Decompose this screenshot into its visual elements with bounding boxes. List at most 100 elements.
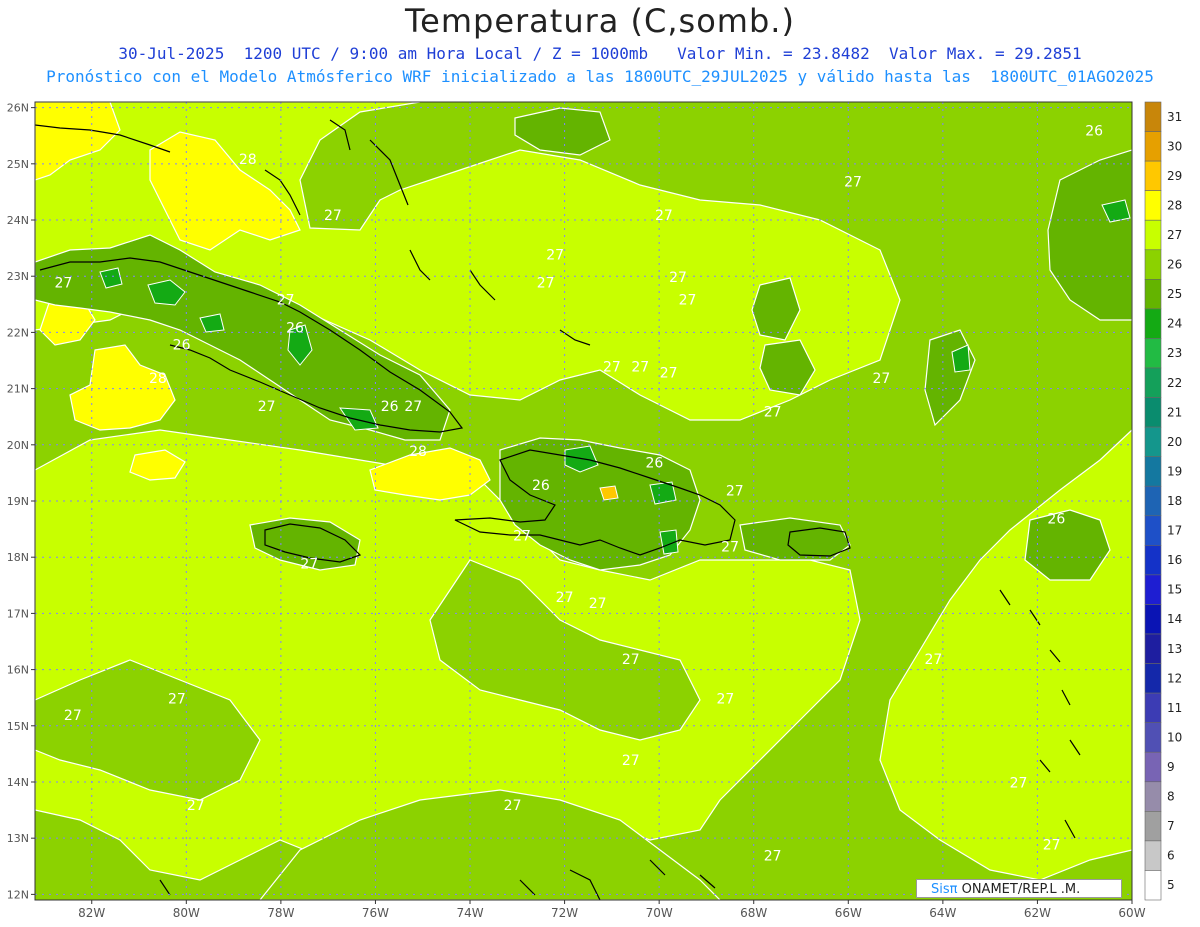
contour-label: 27	[1043, 837, 1061, 853]
legend-label: 30	[1167, 139, 1182, 153]
lat-tick-label: 13N	[7, 832, 29, 845]
legend-swatch	[1144, 485, 1162, 517]
lon-tick-label: 74W	[456, 906, 483, 920]
contour-label: 27	[537, 275, 555, 291]
contour-label: 27	[622, 753, 640, 769]
legend-swatch	[1144, 308, 1162, 339]
lat-tick-label: 17N	[7, 607, 29, 620]
legend-label: 12	[1167, 671, 1182, 685]
field-26-puerto-rico	[739, 517, 851, 561]
legend-label: 24	[1167, 317, 1182, 331]
lon-tick-label: 64W	[929, 906, 956, 920]
contour-label: 27	[622, 652, 640, 668]
legend-label: 27	[1167, 228, 1182, 242]
contour-label: 26	[381, 399, 399, 415]
contour-label: 27	[1010, 776, 1028, 792]
contour-label: 27	[504, 798, 522, 814]
contour-label: 26	[286, 320, 304, 336]
lat-tick-label: 25N	[7, 158, 29, 171]
legend-swatch	[1144, 545, 1162, 576]
legend-label: 9	[1167, 760, 1175, 774]
lon-tick-label: 72W	[551, 906, 578, 920]
lon-tick-label: 82W	[78, 906, 105, 920]
lat-tick-label: 26N	[7, 102, 29, 115]
contour-label: 28	[239, 152, 257, 168]
contour-label: 27	[513, 528, 531, 544]
legend-swatch	[1144, 692, 1162, 723]
legend-swatch	[1144, 811, 1162, 842]
legend-label: 28	[1167, 198, 1182, 212]
contour-label: 27	[54, 275, 72, 291]
legend-swatch	[1144, 633, 1162, 664]
legend-swatch	[1144, 781, 1162, 812]
legend-label: 10	[1167, 730, 1182, 744]
temperature-map: 27 27 26 26 28 27 26 27 28 28 27 27 27 27 27 27 27 27 26 26…	[7, 101, 1182, 920]
sispi-logo-text: Sisπ	[931, 882, 958, 897]
legend-label: 25	[1167, 287, 1182, 301]
legend-label: 16	[1167, 553, 1182, 567]
contour-label: 27	[556, 590, 574, 606]
legend-swatch	[1144, 515, 1162, 546]
legend-swatch	[1144, 279, 1162, 310]
lat-tick-label: 16N	[7, 664, 29, 677]
contour-label: 27	[589, 596, 607, 612]
legend-swatch	[1144, 426, 1162, 457]
contour-label: 28	[409, 444, 427, 460]
contour-label: 27	[655, 208, 673, 224]
lat-tick-label: 19N	[7, 495, 29, 508]
legend-swatch	[1144, 131, 1162, 162]
lat-tick-label: 15N	[7, 720, 29, 733]
legend-swatch	[1144, 722, 1162, 753]
legend-swatch	[1144, 751, 1162, 783]
contour-label: 27	[872, 371, 890, 387]
contour-label: 26	[1085, 124, 1103, 140]
legend-label: 29	[1167, 169, 1182, 183]
lon-tick-label: 76W	[362, 906, 389, 920]
legend-label: 15	[1167, 583, 1182, 597]
legend-label: 23	[1167, 346, 1182, 360]
lon-tick-label: 68W	[740, 906, 767, 920]
contour-label: 27	[64, 708, 82, 724]
lat-tick-label: 12N	[7, 888, 29, 901]
color-legend: 31 30 29 28 27 26 25 24 23 22 21 20 19 18 17 16 15 14 13 12…	[1144, 101, 1182, 901]
credit-text: ONAMET/REP.L .M.	[957, 882, 1081, 897]
contour-label: 27	[844, 174, 862, 190]
contour-label: 27	[258, 399, 276, 415]
lat-tick-label: 24N	[7, 214, 29, 227]
legend-swatch	[1144, 574, 1162, 605]
lat-tick-label: 22N	[7, 326, 29, 339]
contour-label: 27	[324, 208, 342, 224]
legend-label: 17	[1167, 524, 1182, 538]
contour-label: 27	[716, 691, 734, 707]
lon-tick-label: 66W	[835, 906, 862, 920]
contour-label: 28	[149, 371, 167, 387]
legend-label: 7	[1167, 819, 1175, 833]
legend-swatch	[1144, 190, 1162, 221]
lon-tick-label: 62W	[1024, 906, 1051, 920]
lat-tick-label: 20N	[7, 439, 29, 452]
lat-tick-label: 18N	[7, 551, 29, 564]
contour-label: 27	[679, 292, 697, 308]
legend-swatch	[1144, 456, 1162, 487]
legend-label: 6	[1167, 849, 1175, 863]
legend-label: 13	[1167, 642, 1182, 656]
contour-label: 27	[546, 247, 564, 263]
lon-tick-label: 80W	[173, 906, 200, 920]
legend-swatch	[1144, 160, 1162, 191]
legend-label: 14	[1167, 612, 1182, 626]
legend-label: 26	[1167, 258, 1182, 272]
lon-tick-label: 70W	[646, 906, 673, 920]
contour-label: 27	[924, 652, 942, 668]
legend-swatch	[1144, 367, 1162, 398]
contour-label: 27	[187, 798, 205, 814]
contour-label: 27	[300, 556, 318, 572]
legend-label: 8	[1167, 790, 1175, 804]
legend-label: 20	[1167, 435, 1182, 449]
lon-tick-label: 78W	[267, 906, 294, 920]
contour-label: 27	[603, 360, 621, 376]
contour-label: 26	[646, 455, 664, 471]
contour-label: 27	[168, 691, 186, 707]
lat-tick-label: 21N	[7, 383, 29, 396]
legend-label: 11	[1167, 701, 1182, 715]
legend-label: 19	[1167, 464, 1182, 478]
